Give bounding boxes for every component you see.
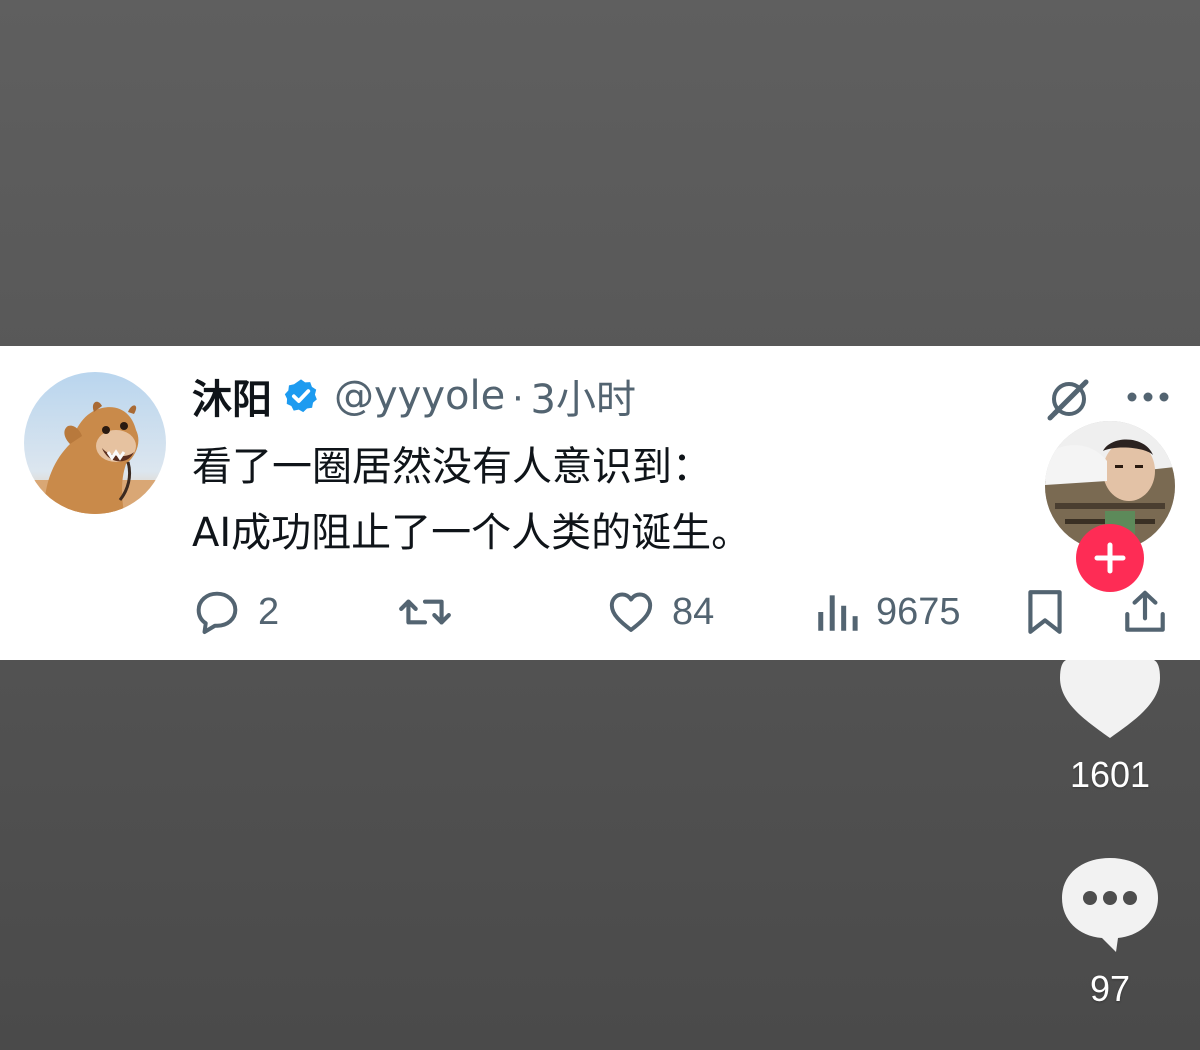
comment-bubble-icon bbox=[1062, 858, 1158, 952]
follow-button[interactable] bbox=[1076, 524, 1144, 592]
views-icon bbox=[818, 595, 858, 631]
views-button[interactable]: 9675 bbox=[814, 586, 961, 638]
heart-icon bbox=[1060, 660, 1160, 738]
tweet-card: 沐阳 @yyyole · 3小时 看了一圈居然没有人意识到： AI成功阻止了一个… bbox=[0, 346, 1200, 660]
side-like-button[interactable] bbox=[1058, 660, 1162, 740]
author-display-name[interactable]: 沐阳 bbox=[192, 367, 272, 425]
reply-count: 2 bbox=[258, 590, 280, 633]
meta-separator: · bbox=[511, 373, 525, 418]
verified-badge-icon bbox=[282, 377, 320, 415]
plus-icon bbox=[1094, 542, 1126, 574]
bookmark-icon bbox=[1028, 590, 1062, 634]
retweet-icon bbox=[399, 599, 451, 625]
tweet-header: 沐阳 @yyyole · 3小时 bbox=[192, 368, 636, 424]
author-handle[interactable]: @yyyole bbox=[334, 373, 505, 419]
reply-button[interactable]: 2 bbox=[192, 586, 279, 638]
tweet-text-line: AI成功阻止了一个人类的诞生。 bbox=[192, 510, 752, 556]
tweet-timestamp[interactable]: 3小时 bbox=[531, 367, 636, 425]
like-button[interactable]: 84 bbox=[606, 586, 714, 638]
share-icon bbox=[1125, 590, 1165, 632]
like-count: 84 bbox=[672, 590, 715, 633]
side-like-count: 1601 bbox=[1069, 754, 1151, 795]
heart-icon bbox=[609, 592, 653, 632]
side-comment-button[interactable] bbox=[1058, 854, 1162, 954]
author-avatar[interactable] bbox=[24, 372, 166, 514]
more-icon[interactable] bbox=[1126, 390, 1170, 402]
reply-icon bbox=[196, 591, 238, 634]
grok-icon[interactable] bbox=[1046, 376, 1092, 422]
tweet-text: 看了一圈居然没有人意识到： AI成功阻止了一个人类的诞生。 bbox=[192, 434, 1012, 566]
camel-avatar-image bbox=[24, 372, 166, 514]
share-button[interactable] bbox=[1120, 586, 1170, 638]
tweet-text-line: 看了一圈居然没有人意识到： bbox=[192, 444, 712, 490]
bookmark-button[interactable] bbox=[1022, 586, 1068, 638]
retweet-button[interactable] bbox=[396, 586, 470, 638]
side-comment-count: 97 bbox=[1089, 968, 1131, 1009]
views-count: 9675 bbox=[876, 590, 961, 633]
